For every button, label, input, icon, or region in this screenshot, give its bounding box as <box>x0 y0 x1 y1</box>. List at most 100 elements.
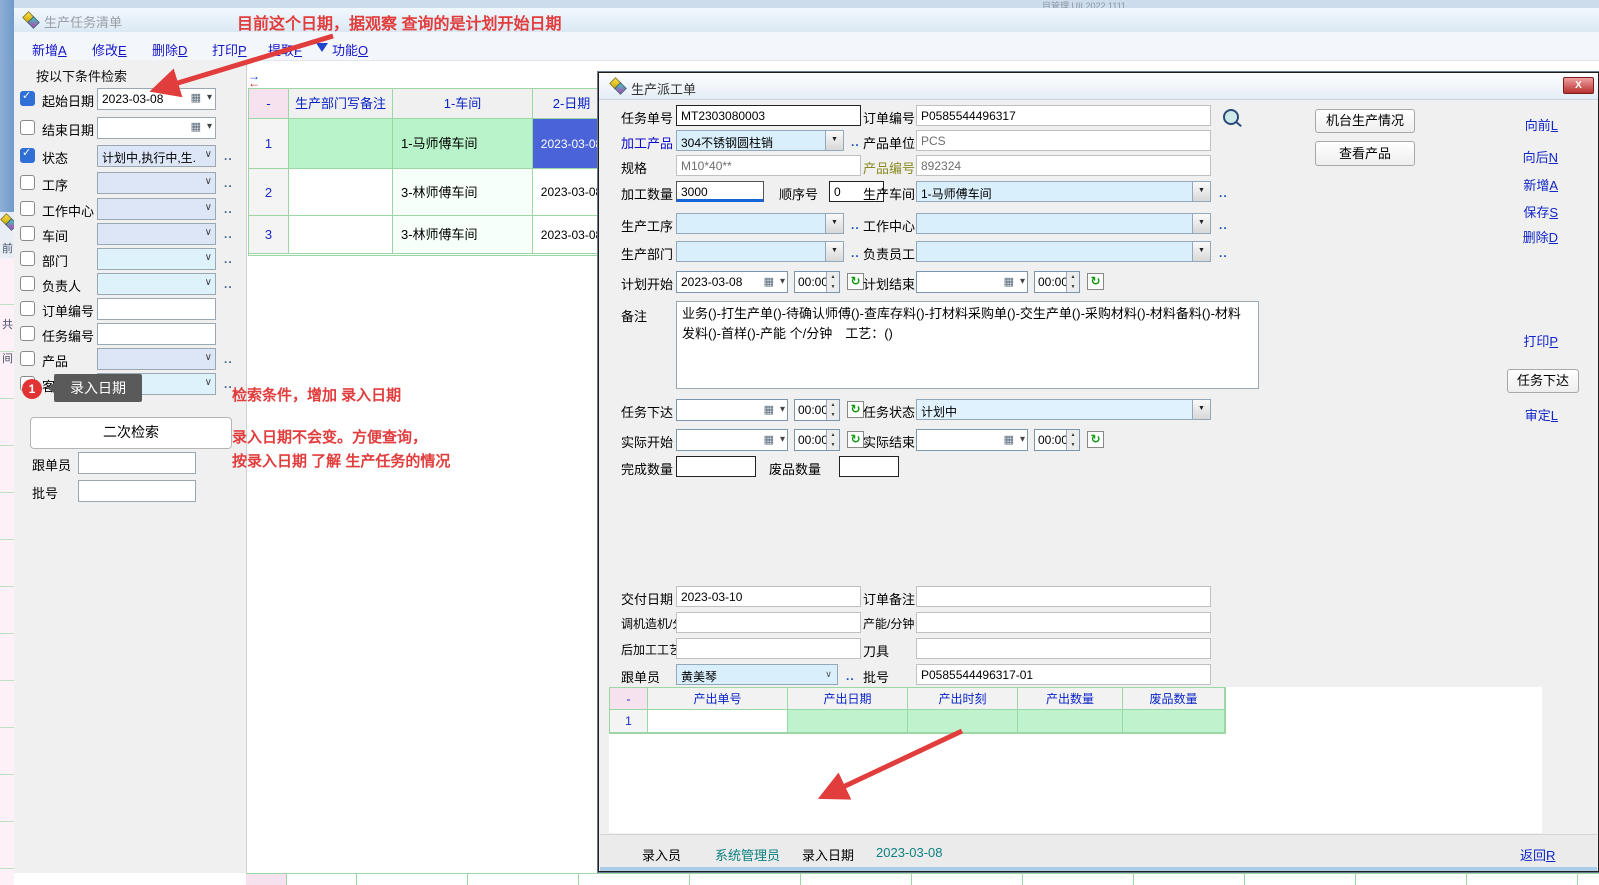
view-product-button[interactable]: 查看产品 <box>1315 141 1415 166</box>
add-link[interactable]: 新增A <box>1523 175 1558 194</box>
more-button[interactable]: .. <box>1219 186 1228 200</box>
approve-link[interactable]: 审定L <box>1525 405 1558 424</box>
plan-start-time[interactable]: 00:00▲▼ <box>794 271 840 293</box>
more-button[interactable]: .. <box>224 149 233 163</box>
process-combo[interactable]: ▼ <box>676 213 844 234</box>
note-cell[interactable] <box>289 216 393 254</box>
search-icon[interactable] <box>1223 109 1239 125</box>
dropdown-button[interactable]: ▼ <box>825 131 843 150</box>
workshop-combo[interactable]: 1-马师傅车间▼ <box>916 181 1211 202</box>
workshop-cell[interactable]: 3-林师傅车间 <box>393 216 533 254</box>
machine-status-button[interactable]: 机台生产情况 <box>1315 109 1415 133</box>
product-checkbox[interactable] <box>20 351 35 366</box>
workshop-checkbox[interactable] <box>20 226 35 241</box>
output-scrap-cell[interactable] <box>1123 710 1225 733</box>
more-button[interactable]: .. <box>1219 218 1228 232</box>
more-button[interactable]: .. <box>846 669 855 683</box>
order-no-checkbox[interactable] <box>20 301 35 316</box>
qty-field[interactable]: 3000 <box>676 181 764 202</box>
plan-end-date[interactable]: ▦▾ <box>916 271 1028 293</box>
close-button[interactable]: X <box>1563 77 1594 94</box>
row-number[interactable]: 3 <box>249 216 289 254</box>
time-spinner[interactable]: ▲▼ <box>1066 272 1079 292</box>
manager-checkbox[interactable] <box>20 276 35 291</box>
department-select[interactable]: ∨ <box>97 248 216 270</box>
more-button[interactable]: .. <box>224 176 233 190</box>
more-button[interactable]: .. <box>851 218 860 232</box>
row-number[interactable]: 1 <box>249 119 289 169</box>
column-header[interactable]: 废品数量 <box>1123 688 1225 710</box>
tool-field[interactable] <box>916 638 1211 659</box>
batch-no-field[interactable]: P0585544496317-01 <box>916 664 1211 685</box>
actual-start-time[interactable]: 00:00▲▼ <box>794 429 840 451</box>
output-time-cell[interactable] <box>908 710 1018 733</box>
product-combo[interactable]: 304不锈钢圆柱销▼ <box>676 130 844 151</box>
column-header[interactable]: 产出单号 <box>648 688 788 710</box>
column-header[interactable]: - <box>610 688 648 710</box>
manager-select[interactable]: ∨ <box>97 273 216 295</box>
order-no-input[interactable] <box>97 298 216 320</box>
capacity-field[interactable] <box>916 612 1211 633</box>
order-remark-field[interactable] <box>916 586 1211 607</box>
order-no-field[interactable]: P0585544496317 <box>916 105 1211 126</box>
row-number[interactable]: 2 <box>249 169 289 216</box>
row-number[interactable]: 1 <box>610 710 648 733</box>
process-select[interactable]: ∨ <box>97 172 216 194</box>
task-no-input[interactable] <box>97 323 216 345</box>
refresh-icon[interactable]: ↻ <box>1087 431 1104 448</box>
actual-start-date[interactable]: ▦▾ <box>676 429 788 451</box>
workshop-select[interactable]: ∨ <box>97 223 216 245</box>
refresh-icon[interactable]: ↻ <box>847 273 864 290</box>
actual-end-date[interactable]: ▦▾ <box>916 429 1028 451</box>
output-order-cell[interactable] <box>648 710 788 733</box>
dropdown-button[interactable]: ▼ <box>825 214 843 233</box>
secondary-search-button[interactable]: 二次检索 <box>30 417 232 449</box>
column-header[interactable]: - <box>249 89 289 119</box>
process-checkbox[interactable] <box>20 175 35 190</box>
workshop-cell[interactable]: 3-林师傅车间 <box>393 169 533 216</box>
column-header[interactable]: 产出数量 <box>1018 688 1123 710</box>
work-center-checkbox[interactable] <box>20 201 35 216</box>
more-button[interactable]: .. <box>224 277 233 291</box>
menu-function[interactable]: 功能O <box>332 40 368 59</box>
staff-combo[interactable]: ▼ <box>916 241 1211 262</box>
output-qty-cell[interactable] <box>1018 710 1123 733</box>
remark-textarea[interactable]: 业务()-打生产单()-待确认师傅()-查库存料()-打材料采购单()-交生产单… <box>676 301 1259 389</box>
dropdown-button[interactable]: ▼ <box>1192 242 1210 261</box>
dropdown-button[interactable]: ▼ <box>1192 214 1210 233</box>
menu-edit[interactable]: 修改E <box>92 40 127 59</box>
dispatch-button[interactable]: 任务下达 <box>1507 369 1579 393</box>
more-button[interactable]: .. <box>224 202 233 216</box>
back-link[interactable]: 返回R <box>1520 845 1555 864</box>
setup-field[interactable] <box>676 612 861 633</box>
end-date-input[interactable]: ▦▾ <box>97 117 216 139</box>
next-link[interactable]: 向后N <box>1523 147 1558 166</box>
product-select[interactable]: ∨ <box>97 348 216 370</box>
dispatch-time[interactable]: 00:00▲▼ <box>794 399 840 421</box>
plan-start-date[interactable]: 2023-03-08▦▾ <box>676 271 788 293</box>
menu-delete[interactable]: 删除D <box>152 40 187 59</box>
menu-extract[interactable]: 提取F <box>268 40 302 59</box>
prev-link[interactable]: 向前L <box>1525 115 1558 134</box>
column-header[interactable]: 产出日期 <box>788 688 908 710</box>
column-header[interactable]: 生产部门写备注 <box>289 89 393 119</box>
actual-end-time[interactable]: 00:00▲▼ <box>1034 429 1080 451</box>
time-spinner[interactable]: ▲▼ <box>826 430 839 450</box>
note-cell[interactable] <box>289 169 393 216</box>
output-date-cell[interactable] <box>788 710 908 733</box>
time-spinner[interactable]: ▲▼ <box>1066 430 1079 450</box>
print-link[interactable]: 打印P <box>1523 331 1558 350</box>
plan-end-time[interactable]: 00:00▲▼ <box>1034 271 1080 293</box>
status-combo[interactable]: 计划中▼ <box>916 399 1211 420</box>
status-select[interactable]: 计划中,执行中,生.∨ <box>97 145 216 167</box>
save-link[interactable]: 保存S <box>1523 202 1558 221</box>
work-center-combo[interactable]: ▼ <box>916 213 1211 234</box>
note-cell[interactable] <box>289 119 393 169</box>
refresh-icon[interactable]: ↻ <box>847 431 864 448</box>
dept-combo[interactable]: ▼ <box>676 241 844 262</box>
follower-combo[interactable]: 黄美琴∨ <box>676 664 838 685</box>
more-button[interactable]: .. <box>1219 246 1228 260</box>
refresh-icon[interactable]: ↻ <box>847 401 864 418</box>
scrap-qty-field[interactable] <box>839 456 899 477</box>
menu-print[interactable]: 打印P <box>212 40 247 59</box>
